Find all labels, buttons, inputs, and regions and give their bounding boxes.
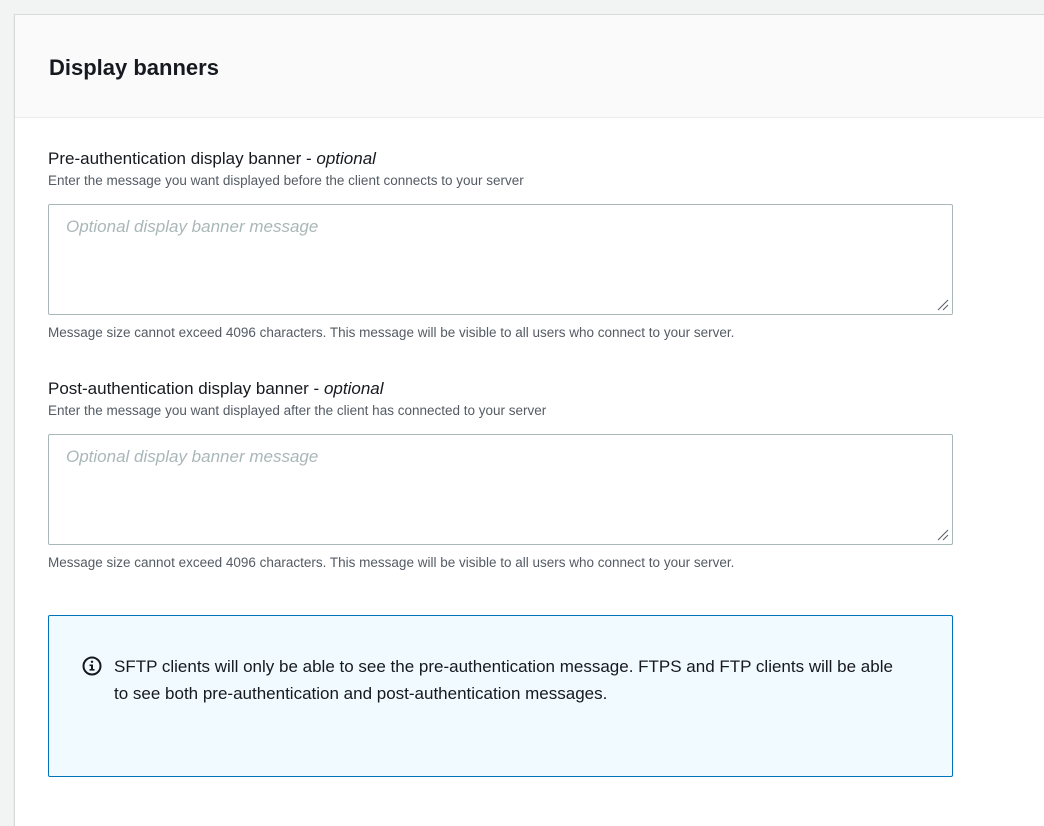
info-circle-icon xyxy=(82,656,102,676)
post-auth-textarea-wrapper xyxy=(48,434,953,545)
pre-auth-textarea-wrapper xyxy=(48,204,953,315)
pre-auth-label-text: Pre-authentication display banner - xyxy=(48,149,317,168)
pre-auth-constraint-text: Message size cannot exceed 4096 characte… xyxy=(48,325,735,340)
post-auth-banner-field: Post-authentication display banner - opt… xyxy=(48,378,1044,573)
info-alert-text: SFTP clients will only be able to see th… xyxy=(114,657,893,703)
post-auth-banner-label: Post-authentication display banner - opt… xyxy=(48,378,1044,400)
post-auth-optional-tag: optional xyxy=(323,379,384,398)
post-auth-banner-description: Enter the message you want displayed aft… xyxy=(48,403,547,418)
display-banners-panel: Display banners Pre-authentication displ… xyxy=(14,14,1044,826)
info-alert: SFTP clients will only be able to see th… xyxy=(48,615,953,777)
resize-handle-icon[interactable] xyxy=(937,529,949,541)
pre-auth-optional-tag: optional xyxy=(316,149,376,168)
post-auth-constraint-text: Message size cannot exceed 4096 characte… xyxy=(48,555,735,570)
panel-header: Display banners xyxy=(15,15,1044,118)
pre-auth-banner-input[interactable] xyxy=(48,204,953,315)
resize-handle-icon[interactable] xyxy=(937,299,949,311)
pre-auth-banner-field: Pre-authentication display banner - opti… xyxy=(48,148,1044,343)
post-auth-label-text: Post-authentication display banner - xyxy=(48,379,324,398)
pre-auth-banner-label: Pre-authentication display banner - opti… xyxy=(48,148,1044,170)
post-auth-banner-input[interactable] xyxy=(48,434,953,545)
panel-body: Pre-authentication display banner - opti… xyxy=(15,118,1044,777)
pre-auth-banner-description: Enter the message you want displayed bef… xyxy=(48,173,524,188)
panel-title: Display banners xyxy=(49,55,219,80)
